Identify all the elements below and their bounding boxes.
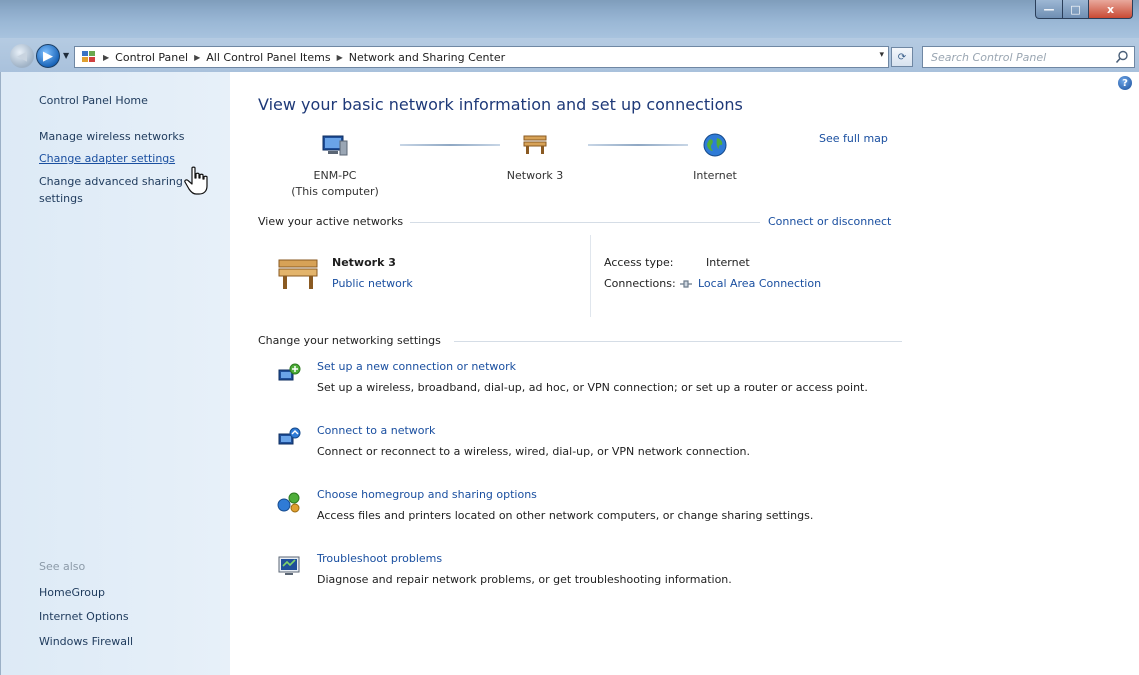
active-networks-heading: View your active networks — [258, 215, 404, 228]
section-divider — [454, 341, 902, 342]
network-bench-icon — [523, 135, 547, 154]
breadcrumb-separator-icon: ▶ — [103, 52, 110, 62]
access-type-value: Internet — [706, 256, 750, 269]
windows-firewall-link[interactable]: Windows Firewall — [39, 635, 133, 648]
network-sharing-center-window: — □ x ◀ ▶ ▼ ▶ Control Panel ▶ All Contro… — [0, 0, 1139, 675]
search-input[interactable] — [931, 50, 1111, 64]
search-icon[interactable] — [1115, 50, 1129, 64]
homegroup-options-link[interactable]: Choose homegroup and sharing options — [317, 488, 537, 501]
search-box[interactable] — [922, 46, 1135, 68]
maximize-button[interactable]: □ — [1063, 0, 1089, 19]
recent-pages-dropdown[interactable]: ▼ — [63, 51, 69, 60]
page-title: View your basic network information and … — [258, 95, 743, 114]
connect-network-desc: Connect or reconnect to a wireless, wire… — [317, 445, 751, 458]
access-type-label: Access type: — [604, 256, 674, 269]
setup-connection-desc: Set up a wireless, broadband, dial-up, a… — [317, 381, 868, 394]
troubleshoot-icon — [278, 556, 300, 575]
main-content: ? View your basic network information an… — [230, 72, 1139, 675]
see-full-map-link[interactable]: See full map — [819, 132, 888, 145]
map-node-network[interactable]: Network 3 — [490, 130, 580, 184]
address-dropdown-icon[interactable]: ▾ — [879, 50, 884, 60]
internet-label: Internet — [693, 169, 737, 182]
map-node-internet[interactable]: Internet — [670, 130, 760, 184]
troubleshoot-desc: Diagnose and repair network problems, or… — [317, 573, 732, 586]
homegroup-link[interactable]: HomeGroup — [39, 586, 105, 599]
refresh-button[interactable]: ⟳ — [891, 47, 913, 67]
section-divider — [410, 222, 760, 223]
troubleshoot-link[interactable]: Troubleshoot problems — [317, 552, 442, 565]
breadcrumb-separator-icon[interactable]: ▶ — [194, 53, 200, 62]
control-panel-home-link[interactable]: Control Panel Home — [39, 94, 148, 107]
new-connection-icon — [278, 363, 301, 381]
change-adapter-settings-link[interactable]: Change adapter settings — [39, 152, 175, 165]
connection-name[interactable]: Local Area Connection — [698, 277, 821, 290]
connections-label: Connections: — [604, 277, 676, 290]
network-bench-icon[interactable] — [276, 256, 320, 292]
left-navigation-pane: Control Panel Home Manage wireless netwo… — [0, 72, 230, 675]
title-bar[interactable]: — □ x — [0, 0, 1139, 38]
map-node-computer[interactable]: ENM-PC (This computer) — [290, 130, 380, 200]
see-also-label: See also — [39, 560, 86, 573]
setup-connection-link[interactable]: Set up a new connection or network — [317, 360, 516, 373]
control-panel-icon — [81, 50, 97, 64]
network-category-link[interactable]: Public network — [332, 277, 413, 290]
manage-wireless-link[interactable]: Manage wireless networks — [39, 130, 184, 143]
local-area-connection-link[interactable]: Local Area Connection — [679, 277, 821, 290]
breadcrumb-network-sharing[interactable]: Network and Sharing Center — [349, 51, 505, 64]
breadcrumb-control-panel[interactable]: Control Panel — [115, 51, 188, 64]
globe-icon — [703, 133, 727, 157]
breadcrumb-separator-icon[interactable]: ▶ — [337, 53, 343, 62]
help-icon[interactable]: ? — [1118, 76, 1132, 90]
connect-network-link[interactable]: Connect to a network — [317, 424, 435, 437]
hand-cursor-icon — [184, 166, 208, 195]
computer-sublabel: (This computer) — [291, 185, 379, 198]
vertical-divider — [590, 235, 591, 317]
computer-name: ENM-PC — [313, 169, 357, 182]
ethernet-icon — [680, 279, 692, 288]
forward-button[interactable]: ▶ — [36, 44, 60, 68]
change-advanced-sharing-link[interactable]: Change advanced sharing settings — [39, 173, 189, 207]
close-button[interactable]: x — [1089, 0, 1133, 19]
connect-or-disconnect-link[interactable]: Connect or disconnect — [768, 215, 891, 228]
window-controls: — □ x — [1035, 0, 1133, 20]
homegroup-icon — [277, 492, 300, 513]
connect-network-icon — [278, 427, 301, 445]
homegroup-options-desc: Access files and printers located on oth… — [317, 509, 814, 522]
active-network-name: Network 3 — [332, 256, 396, 269]
navigation-bar: ◀ ▶ ▼ ▶ Control Panel ▶ All Control Pane… — [0, 38, 1139, 72]
breadcrumb-all-items[interactable]: All Control Panel Items — [206, 51, 330, 64]
network-name-label: Network 3 — [506, 169, 564, 182]
back-button[interactable]: ◀ — [10, 44, 34, 68]
minimize-button[interactable]: — — [1035, 0, 1063, 19]
address-bar[interactable]: ▶ Control Panel ▶ All Control Panel Item… — [74, 46, 889, 68]
computer-icon — [322, 135, 348, 156]
change-settings-heading: Change your networking settings — [258, 334, 441, 347]
internet-options-link[interactable]: Internet Options — [39, 610, 129, 623]
map-connector-line — [400, 144, 500, 146]
